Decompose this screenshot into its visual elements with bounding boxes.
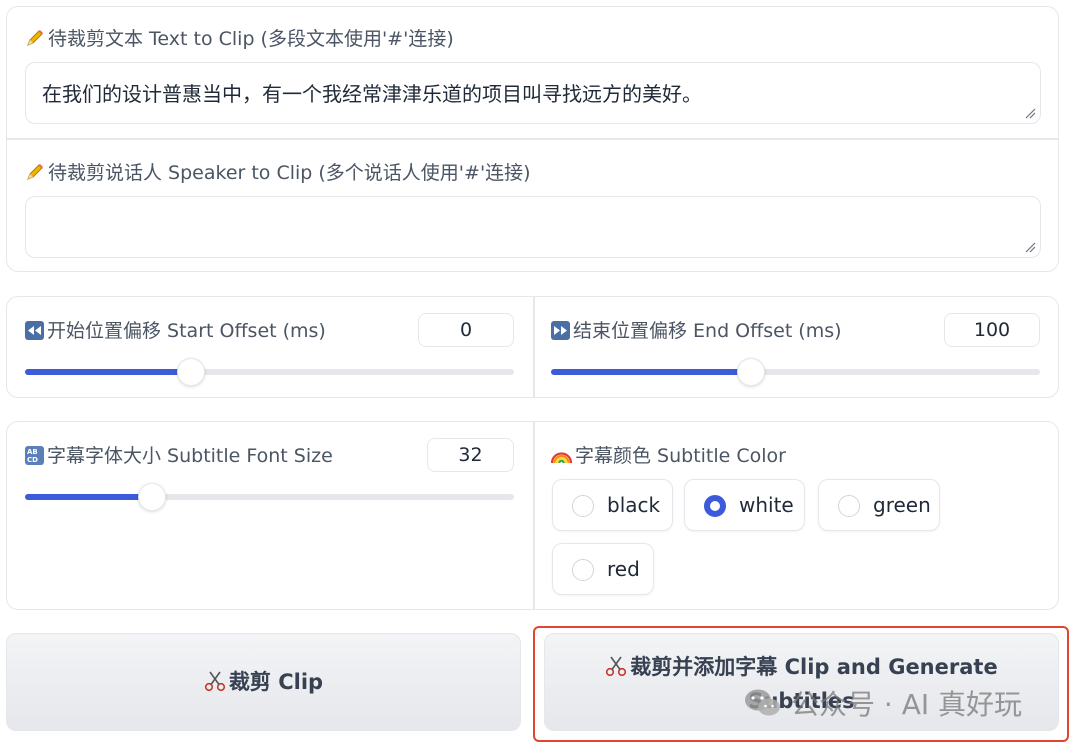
- panel-divider: [533, 297, 535, 397]
- speaker-to-clip-input[interactable]: [25, 196, 1041, 258]
- color-option-label: green: [873, 493, 931, 517]
- font-size-input[interactable]: 32: [427, 438, 514, 472]
- text-to-clip-label: 待裁剪文本 Text to Clip (多段文本使用'#'连接): [25, 24, 454, 51]
- color-option-label: black: [607, 493, 661, 517]
- end-offset-input[interactable]: 100: [944, 313, 1040, 347]
- end-offset-slider-thumb[interactable]: [737, 358, 766, 386]
- end-offset-slider-fill: [551, 369, 752, 375]
- text-to-clip-value: 在我们的设计普惠当中，有一个我经常津津乐道的项目叫寻找远方的美好。: [42, 82, 702, 106]
- end-offset-slider[interactable]: [551, 358, 1040, 386]
- pencil-icon: [27, 30, 43, 46]
- speaker-to-clip-label: 待裁剪说话人 Speaker to Clip (多个说话人使用'#'连接): [25, 158, 531, 185]
- color-option-red[interactable]: red: [552, 543, 654, 595]
- subtitle-color-label: 字幕颜色 Subtitle Color: [551, 441, 786, 468]
- resize-grip-icon[interactable]: [1024, 107, 1036, 119]
- color-option-white[interactable]: white: [684, 479, 805, 531]
- radio-button[interactable]: [838, 495, 860, 517]
- color-option-label: red: [607, 557, 640, 581]
- clip-button[interactable]: 裁剪 Clip: [6, 633, 521, 731]
- font-size-slider[interactable]: [25, 483, 514, 511]
- end-offset-label: 结束位置偏移 End Offset (ms): [551, 316, 842, 343]
- start-offset-slider-thumb[interactable]: [177, 358, 206, 386]
- fast-forward-icon: [551, 321, 570, 340]
- svg-text:CD: CD: [27, 456, 38, 464]
- color-option-label: white: [739, 493, 794, 517]
- clip-text-panel: 待裁剪文本 Text to Clip (多段文本使用'#'连接) 在我们的设计普…: [6, 6, 1059, 272]
- rainbow-icon: [551, 452, 572, 464]
- color-option-black[interactable]: black: [552, 479, 673, 531]
- font-size-slider-thumb[interactable]: [138, 483, 167, 511]
- start-offset-slider[interactable]: [25, 358, 514, 386]
- radio-button[interactable]: [572, 559, 594, 581]
- start-offset-label: 开始位置偏移 Start Offset (ms): [25, 316, 326, 343]
- start-offset-slider-fill: [25, 369, 192, 375]
- panel-divider: [533, 422, 535, 609]
- start-offset-input[interactable]: 0: [418, 313, 514, 347]
- radio-button[interactable]: [572, 495, 594, 517]
- panel-divider: [7, 138, 1058, 140]
- font-size-label: AB CD 字幕字体大小 Subtitle Font Size: [25, 445, 333, 467]
- svg-text:AB: AB: [27, 448, 38, 456]
- offset-panel: 开始位置偏移 Start Offset (ms) 0 结束位置偏移 End Of…: [6, 296, 1059, 398]
- font-size-slider-fill: [25, 494, 153, 500]
- color-option-green[interactable]: green: [818, 479, 940, 531]
- subtitle-style-panel: AB CD 字幕字体大小 Subtitle Font Size 32 字幕颜色 …: [6, 421, 1059, 610]
- pencil-icon: [27, 164, 43, 180]
- abcd-icon: AB CD: [25, 446, 44, 465]
- resize-grip-icon[interactable]: [1024, 241, 1036, 253]
- scissors-icon: [204, 671, 226, 692]
- radio-button-selected[interactable]: [704, 495, 726, 517]
- watermark: 公众号 · AI 真好玩: [743, 683, 1022, 723]
- rewind-icon: [25, 321, 44, 340]
- wechat-icon: [745, 689, 780, 716]
- text-to-clip-input[interactable]: 在我们的设计普惠当中，有一个我经常津津乐道的项目叫寻找远方的美好。: [25, 62, 1041, 124]
